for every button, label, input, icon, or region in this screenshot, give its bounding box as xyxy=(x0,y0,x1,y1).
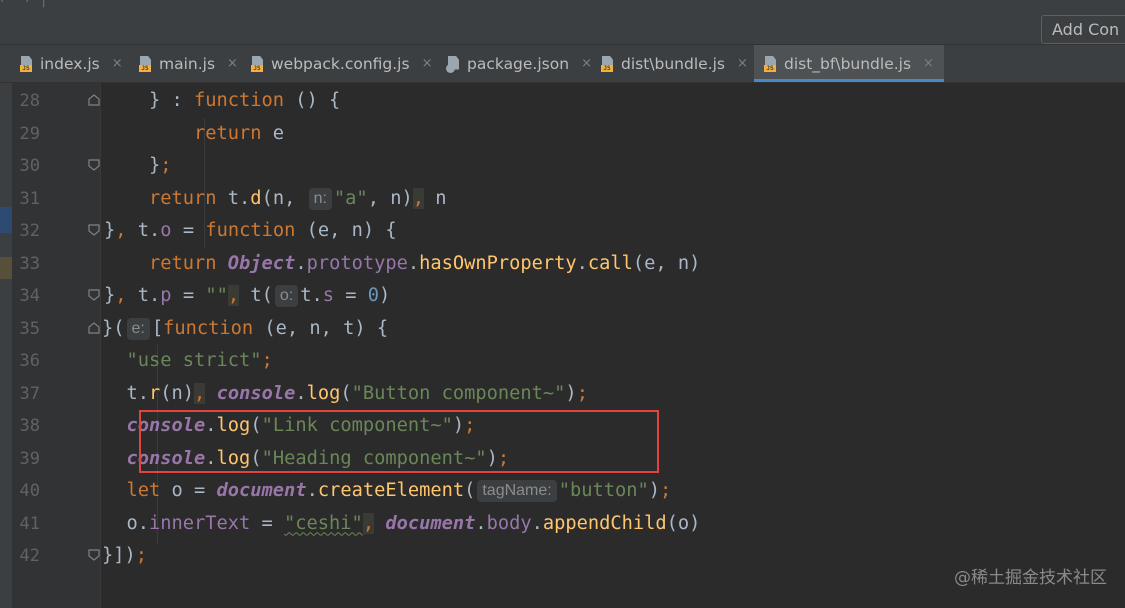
tab-label: dist_bf\bundle.js xyxy=(784,54,912,73)
code-text: }; xyxy=(104,155,172,176)
code-line: 30 }; xyxy=(0,150,1125,183)
line-number: 29 xyxy=(19,123,40,144)
close-icon[interactable]: × xyxy=(923,56,934,71)
json-file-icon xyxy=(446,55,461,73)
line-number: 30 xyxy=(19,156,40,176)
code-line: 41 o.innerText = "ceshi", document.body.… xyxy=(0,508,1125,541)
close-icon[interactable]: × xyxy=(422,56,433,71)
code-line: 40 let o = document.createElement(tagNam… xyxy=(0,475,1125,508)
param-hint: e: xyxy=(126,317,150,340)
js-file-icon: JS xyxy=(764,55,778,72)
code-text: }(e: [function (e, n, t) { xyxy=(102,317,389,340)
string-literal: "Button component~" xyxy=(351,382,566,404)
close-icon[interactable]: × xyxy=(112,56,123,71)
line-number: 32 xyxy=(19,221,40,241)
tab-dist-bundle-js[interactable]: JS dist\bundle.js × xyxy=(601,45,748,82)
line-number: 33 xyxy=(19,253,40,274)
line-number: 42 xyxy=(19,546,40,566)
code-text: } : function () { xyxy=(104,90,341,111)
code-text: let o = document.createElement(tagName: "… xyxy=(126,480,672,502)
watermark: @稀土掘金技术社区 xyxy=(954,568,1107,588)
js-file-icon: JS xyxy=(20,55,34,72)
line-number: 37 xyxy=(19,383,40,404)
string-literal: "a" xyxy=(333,187,368,209)
tab-label: webpack.config.js xyxy=(271,54,410,73)
tab-main-js[interactable]: JS main.js × xyxy=(139,45,238,82)
code-line: 36 "use strict"; xyxy=(0,345,1125,378)
code-text: "use strict"; xyxy=(126,350,273,371)
code-line: 32 }, t.o = function (e, n) { xyxy=(0,215,1125,248)
string-literal: "" xyxy=(205,285,228,306)
tab-label: dist\bundle.js xyxy=(621,54,725,73)
close-icon[interactable]: × xyxy=(227,56,238,71)
toolbar-breadcrumb: ⌐ · ⌐ | xyxy=(0,0,46,8)
code-line: 37 t.r(n), console.log("Button component… xyxy=(0,378,1125,411)
fold-icon[interactable] xyxy=(88,224,100,236)
line-number: 40 xyxy=(19,481,40,501)
highlight-annotation-box xyxy=(139,410,659,473)
string-literal: "ceshi" xyxy=(284,512,363,534)
tab-webpack-config-js[interactable]: JS webpack.config.js × xyxy=(251,45,432,82)
code-line: 28 } : function () { xyxy=(0,85,1125,118)
code-text: }, t.o = function (e, n) { xyxy=(104,220,397,241)
tab-label: index.js xyxy=(40,54,100,73)
code-editor[interactable]: 28 } : function () { 29 return e 30 }; 3… xyxy=(20,83,1125,608)
fold-icon[interactable] xyxy=(88,549,100,561)
tab-index-js[interactable]: JS index.js × xyxy=(20,45,123,82)
code-text: }, t.p = "", t(o: t.s = 0) xyxy=(104,285,391,307)
line-number: 34 xyxy=(19,286,40,306)
tab-dist-bf-bundle-js[interactable]: JS dist_bf\bundle.js × xyxy=(754,45,944,82)
line-number: 41 xyxy=(19,513,40,534)
editor-tab-bar: JS index.js × JS main.js × JS webpack.co… xyxy=(0,45,1125,83)
fold-icon[interactable] xyxy=(88,94,100,106)
string-literal: "use strict" xyxy=(126,350,262,371)
code-line: 35 }(e: [function (e, n, t) { xyxy=(0,313,1125,346)
fold-icon[interactable] xyxy=(88,321,100,334)
code-text: o.innerText = "ceshi", document.body.app… xyxy=(104,512,701,534)
tab-label: package.json xyxy=(467,54,570,73)
js-file-icon: JS xyxy=(139,55,153,72)
param-hint: o: xyxy=(274,285,299,307)
tab-label: main.js xyxy=(159,54,216,73)
line-number: 39 xyxy=(19,448,40,469)
toolbar: ⌐ · ⌐ | Add Con xyxy=(0,0,1125,45)
code-text: return t.d(n, n: "a", n), n xyxy=(149,187,447,210)
string-literal: "button" xyxy=(558,480,649,501)
line-number: 28 xyxy=(19,91,40,111)
code-line: 31 return t.d(n, n: "a", n), n xyxy=(0,183,1125,216)
close-icon[interactable]: × xyxy=(581,56,592,71)
line-number: 35 xyxy=(19,318,40,339)
add-configuration-button[interactable]: Add Con xyxy=(1041,15,1125,44)
line-number: 31 xyxy=(19,188,40,209)
fold-icon[interactable] xyxy=(88,159,100,171)
code-text: t.r(n), console.log("Button component~")… xyxy=(104,382,588,404)
param-hint: tagName: xyxy=(477,480,557,502)
line-number: 38 xyxy=(19,416,40,436)
fold-icon[interactable] xyxy=(88,289,100,301)
code-text: return Object.prototype.hasOwnProperty.c… xyxy=(149,252,701,274)
code-line: 34 }, t.p = "", t(o: t.s = 0) xyxy=(0,280,1125,313)
close-icon[interactable]: × xyxy=(737,56,748,71)
tab-package-json[interactable]: package.json × xyxy=(446,45,592,82)
param-hint: n: xyxy=(308,187,332,210)
code-text: }]); xyxy=(102,545,148,566)
js-file-icon: JS xyxy=(251,55,265,72)
line-number: 36 xyxy=(19,351,40,371)
code-text: return e xyxy=(194,122,285,144)
js-file-icon: JS xyxy=(601,55,615,72)
code-line: 33 return Object.prototype.hasOwnPropert… xyxy=(0,248,1125,281)
code-line: 29 return e xyxy=(0,118,1125,151)
